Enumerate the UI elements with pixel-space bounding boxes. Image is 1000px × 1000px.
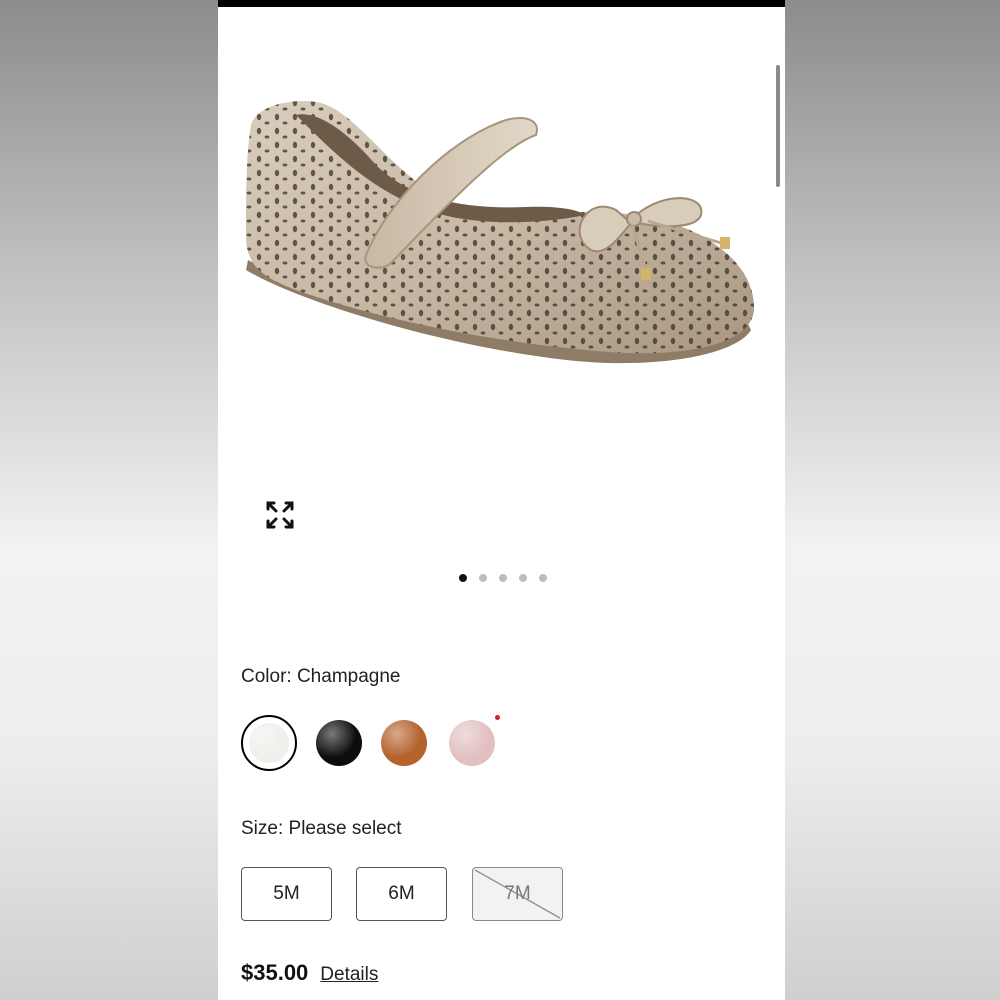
size-option-6m[interactable]: 6M [356,867,447,921]
swatch-badge-dot [495,715,500,720]
gallery-dot[interactable] [538,574,547,582]
color-label: Color: Champagne [241,666,401,687]
size-option-5m[interactable]: 5M [241,867,332,921]
expand-button[interactable] [262,497,298,533]
size-option-label: 6M [388,883,415,904]
top-bar [218,0,785,7]
scrollbar[interactable] [776,65,780,187]
size-option-7m[interactable]: 7M [472,867,563,921]
swatch-fill [381,720,427,766]
gallery-pagination [218,574,785,582]
product-image[interactable] [236,85,766,385]
swatch-fill [249,723,289,763]
gallery-dot[interactable] [458,574,467,582]
gallery-dot[interactable] [478,574,487,582]
product-page: Color: Champagne Size: Please select 5M … [218,0,785,1000]
price-row: $35.00 Details [241,960,378,986]
gallery-dot[interactable] [518,574,527,582]
gallery-dot[interactable] [498,574,507,582]
swatch-fill [449,720,495,766]
swatch-fill [316,720,362,766]
swatch-champagne[interactable] [241,715,297,771]
color-swatches [241,715,541,771]
swatch-bronze[interactable] [376,715,432,771]
background-left [0,0,218,1000]
size-option-label: 7M [504,883,531,904]
size-label: Size: Please select [241,818,402,839]
background-right [785,0,1000,1000]
expand-icon [266,501,294,529]
swatch-pink[interactable] [444,715,500,771]
size-option-label: 5M [273,883,300,904]
swatch-black[interactable] [311,715,367,771]
details-link[interactable]: Details [320,964,378,986]
price: $35.00 [241,960,309,985]
